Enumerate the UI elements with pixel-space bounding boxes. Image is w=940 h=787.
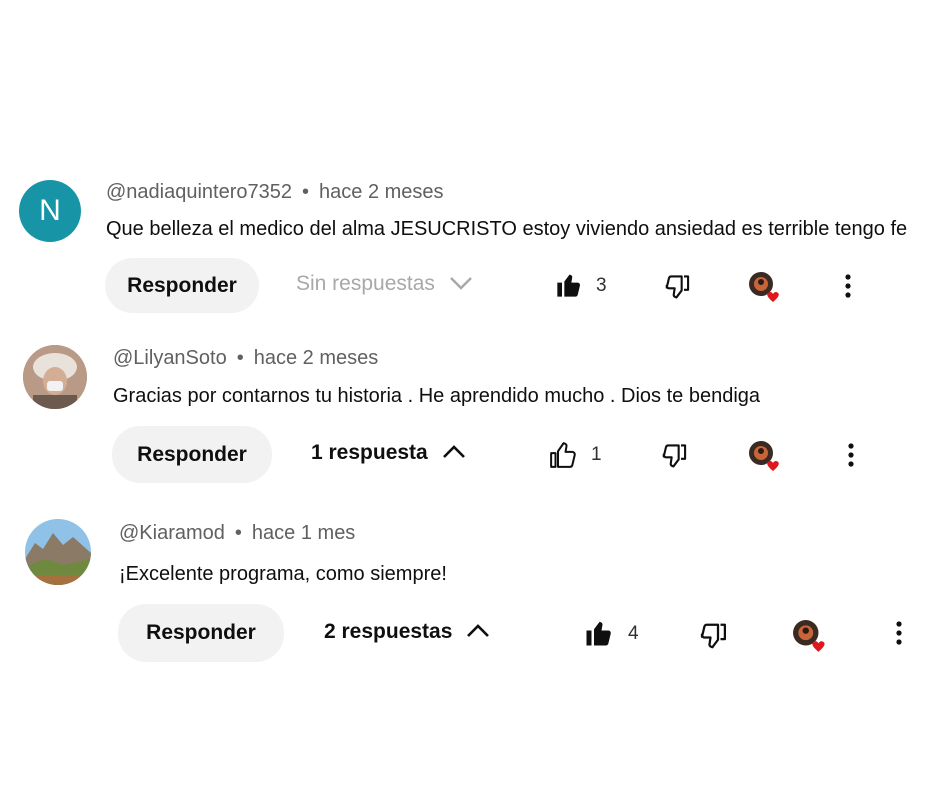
chevron-up-icon [466,620,490,644]
chevron-down-icon [449,272,473,296]
comment-meta: @nadiaquintero7352 • hace 2 meses [106,181,444,204]
thumb-up-icon[interactable] [554,270,584,300]
avatar-letter: N [39,194,61,227]
comment-text: Gracias por contarnos tu historia . He a… [113,385,761,407]
more-vert-icon[interactable] [841,441,861,469]
thumb-up-icon[interactable] [583,617,615,649]
reply-button[interactable]: Responder [105,258,259,313]
thumb-down-icon[interactable] [697,618,729,652]
replies-toggle[interactable]: Sin respuestas [296,272,473,296]
avatar[interactable] [25,519,91,585]
chevron-up-icon [442,441,466,465]
replies-label: 2 respuestas [324,620,453,643]
separator-dot: • [302,181,310,203]
reply-button[interactable]: Responder [118,604,284,662]
comment-time[interactable]: hace 2 meses [319,181,444,203]
comment-author[interactable]: @Kiaramod [119,522,225,544]
avatar[interactable] [23,345,87,409]
like-count: 4 [628,623,639,644]
more-vert-icon[interactable] [838,272,858,300]
separator-dot: • [236,347,244,369]
thumb-down-icon[interactable] [662,270,692,302]
replies-toggle[interactable]: 1 respuesta [311,441,466,465]
comment-meta: @LilyanSoto • hace 2 meses [113,347,378,370]
thumb-down-icon[interactable] [659,439,689,471]
comment-text: ¡Excelente programa, como siempre! [119,563,447,585]
replies-label: 1 respuesta [311,441,428,464]
replies-label: Sin respuestas [296,272,435,295]
comment-author[interactable]: @nadiaquintero7352 [106,181,292,203]
comment-text: Que belleza el medico del alma JESUCRIST… [106,218,908,240]
replies-toggle[interactable]: 2 respuestas [324,620,490,644]
creator-heart-icon [748,271,779,302]
avatar[interactable]: N [19,180,81,242]
creator-heart-icon [748,440,779,471]
creator-heart-icon [792,619,825,652]
comment-time[interactable]: hace 1 mes [252,522,355,544]
like-count: 3 [596,275,607,296]
separator-dot: • [234,522,242,544]
reply-button[interactable]: Responder [112,426,272,483]
comment-time[interactable]: hace 2 meses [254,347,379,369]
comment-author[interactable]: @LilyanSoto [113,347,227,369]
more-vert-icon[interactable] [889,619,909,647]
comment-meta: @Kiaramod • hace 1 mes [119,522,355,545]
like-count: 1 [591,444,602,465]
thumb-up-icon[interactable] [547,439,579,471]
